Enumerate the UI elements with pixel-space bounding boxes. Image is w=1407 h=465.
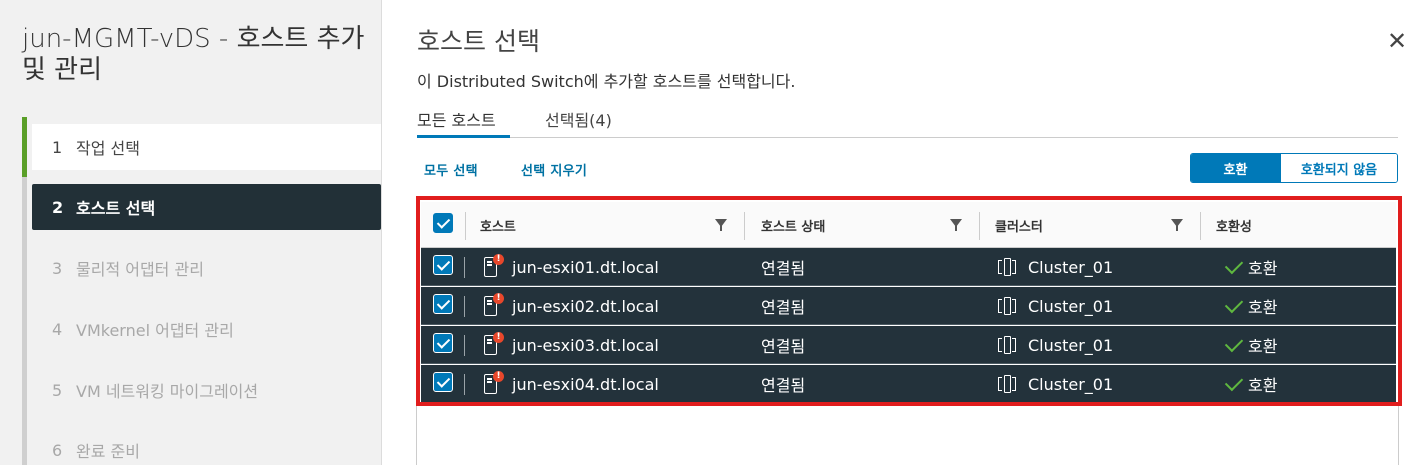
wizard-step-5: 5 VM 네트워킹 마이그레이션 xyxy=(32,367,381,413)
column-header-cluster[interactable]: 클러스터 xyxy=(995,202,1043,248)
host-status: 연결됨 xyxy=(761,376,806,395)
compatibility-value: 호환 xyxy=(1248,337,1278,356)
compatible-filter-button[interactable]: 호환 xyxy=(1191,154,1280,182)
column-divider xyxy=(464,257,465,278)
select-all-button[interactable]: 모두 선택 xyxy=(424,160,478,179)
wizard-title: jun-MGMT-vDS - 호스트 추가 및 관리 xyxy=(22,24,365,85)
table-row[interactable]: ! jun-esxi01.dt.local 연결됨 Cluster_01 호환 xyxy=(421,248,1396,286)
compatibility-filter-toggle: 호환 호환되지 않음 xyxy=(1190,153,1398,183)
step-label: VMkernel 어댑터 관리 xyxy=(76,321,234,340)
check-icon xyxy=(1224,372,1244,392)
column-divider xyxy=(464,335,465,356)
host-name: jun-esxi02.dt.local xyxy=(512,296,659,316)
column-divider[interactable] xyxy=(1200,212,1201,240)
step-progress-indicator xyxy=(22,117,27,177)
cluster-name: Cluster_01 xyxy=(1028,257,1114,277)
grid-header: 호스트 호스트 상태 클러스터 호환성 xyxy=(421,202,1396,248)
clear-selection-button[interactable]: 선택 지우기 xyxy=(521,160,587,179)
host-name: jun-esxi01.dt.local xyxy=(512,257,659,277)
wizard-step-6: 6 완료 준비 xyxy=(32,427,381,465)
host-status: 연결됨 xyxy=(761,259,806,278)
step-label: 완료 준비 xyxy=(76,442,140,461)
column-header-compatibility[interactable]: 호환성 xyxy=(1216,202,1252,248)
column-divider xyxy=(465,212,466,240)
wizard-step-3: 3 물리적 어댑터 관리 xyxy=(32,245,381,291)
host-name: jun-esxi03.dt.local xyxy=(512,335,659,355)
table-row[interactable]: ! jun-esxi04.dt.local 연결됨 Cluster_01 호환 xyxy=(421,365,1396,403)
row-checkbox[interactable] xyxy=(433,255,453,275)
column-divider xyxy=(464,374,465,395)
incompatible-filter-button[interactable]: 호환되지 않음 xyxy=(1280,154,1397,182)
check-icon xyxy=(1224,294,1244,314)
page-title: 호스트 선택 xyxy=(417,27,540,56)
filter-icon[interactable] xyxy=(950,219,962,231)
tab-label: 선택됨(4) xyxy=(545,111,612,130)
row-checkbox[interactable] xyxy=(433,333,453,353)
column-header-host[interactable]: 호스트 xyxy=(480,202,516,248)
check-icon xyxy=(1224,333,1244,353)
tab-bar: 모든 호스트 선택됨(4) xyxy=(417,103,1398,138)
row-checkbox[interactable] xyxy=(433,294,453,314)
column-divider[interactable] xyxy=(979,212,980,240)
filter-icon[interactable] xyxy=(715,219,727,231)
warning-icon: ! xyxy=(493,371,504,382)
step-label: 호스트 선택 xyxy=(76,199,156,218)
table-row[interactable]: ! jun-esxi02.dt.local 연결됨 Cluster_01 호환 xyxy=(421,287,1396,325)
step-number: 2 xyxy=(52,197,64,217)
cluster-name: Cluster_01 xyxy=(1028,296,1114,316)
step-number: 1 xyxy=(52,137,63,157)
step-number: 4 xyxy=(52,319,63,339)
step-label: 물리적 어댑터 관리 xyxy=(76,260,204,279)
cluster-icon xyxy=(998,336,1016,354)
step-number: 6 xyxy=(52,440,63,460)
host-status: 연결됨 xyxy=(761,337,806,356)
tab-selected[interactable]: 선택됨(4) xyxy=(545,103,612,138)
check-icon xyxy=(1224,255,1244,275)
column-header-status[interactable]: 호스트 상태 xyxy=(761,202,825,248)
host-status: 연결됨 xyxy=(761,298,806,317)
step-label: 작업 선택 xyxy=(76,139,140,158)
wizard-step-2[interactable]: 2 호스트 선택 xyxy=(32,184,381,230)
cluster-icon xyxy=(998,375,1016,393)
page-description: 이 Distributed Switch에 추가할 호스트를 선택합니다. xyxy=(417,72,796,91)
filter-icon[interactable] xyxy=(1171,219,1183,231)
cluster-icon xyxy=(998,297,1016,315)
cluster-name: Cluster_01 xyxy=(1028,335,1114,355)
tab-all-hosts[interactable]: 모든 호스트 xyxy=(417,103,510,138)
wizard-sidebar: jun-MGMT-vDS - 호스트 추가 및 관리 1 작업 선택 2 호스트… xyxy=(0,0,382,465)
table-row[interactable]: ! jun-esxi03.dt.local 연결됨 Cluster_01 호환 xyxy=(421,326,1396,364)
compatibility-value: 호환 xyxy=(1248,298,1278,317)
column-divider[interactable] xyxy=(744,212,745,240)
step-number: 3 xyxy=(52,258,63,278)
column-divider xyxy=(464,296,465,317)
wizard-step-1[interactable]: 1 작업 선택 xyxy=(32,124,381,170)
compatibility-value: 호환 xyxy=(1248,259,1278,278)
compatibility-value: 호환 xyxy=(1248,376,1278,395)
step-number: 5 xyxy=(52,380,63,400)
cluster-name: Cluster_01 xyxy=(1028,374,1114,394)
wizard-step-4: 4 VMkernel 어댑터 관리 xyxy=(32,306,381,352)
hosts-grid: 호스트 호스트 상태 클러스터 호환성 ! jun-esxi01.dt.loca… xyxy=(416,197,1399,465)
row-checkbox[interactable] xyxy=(433,372,453,392)
warning-icon: ! xyxy=(493,332,504,343)
cluster-icon xyxy=(998,258,1016,276)
step-label: VM 네트워킹 마이그레이션 xyxy=(76,382,259,401)
close-icon[interactable]: ✕ xyxy=(1386,29,1407,53)
warning-icon: ! xyxy=(493,254,504,265)
select-all-checkbox[interactable] xyxy=(433,213,453,233)
tab-label: 모든 호스트 xyxy=(417,111,496,130)
warning-icon: ! xyxy=(493,293,504,304)
host-name: jun-esxi04.dt.local xyxy=(512,374,659,394)
